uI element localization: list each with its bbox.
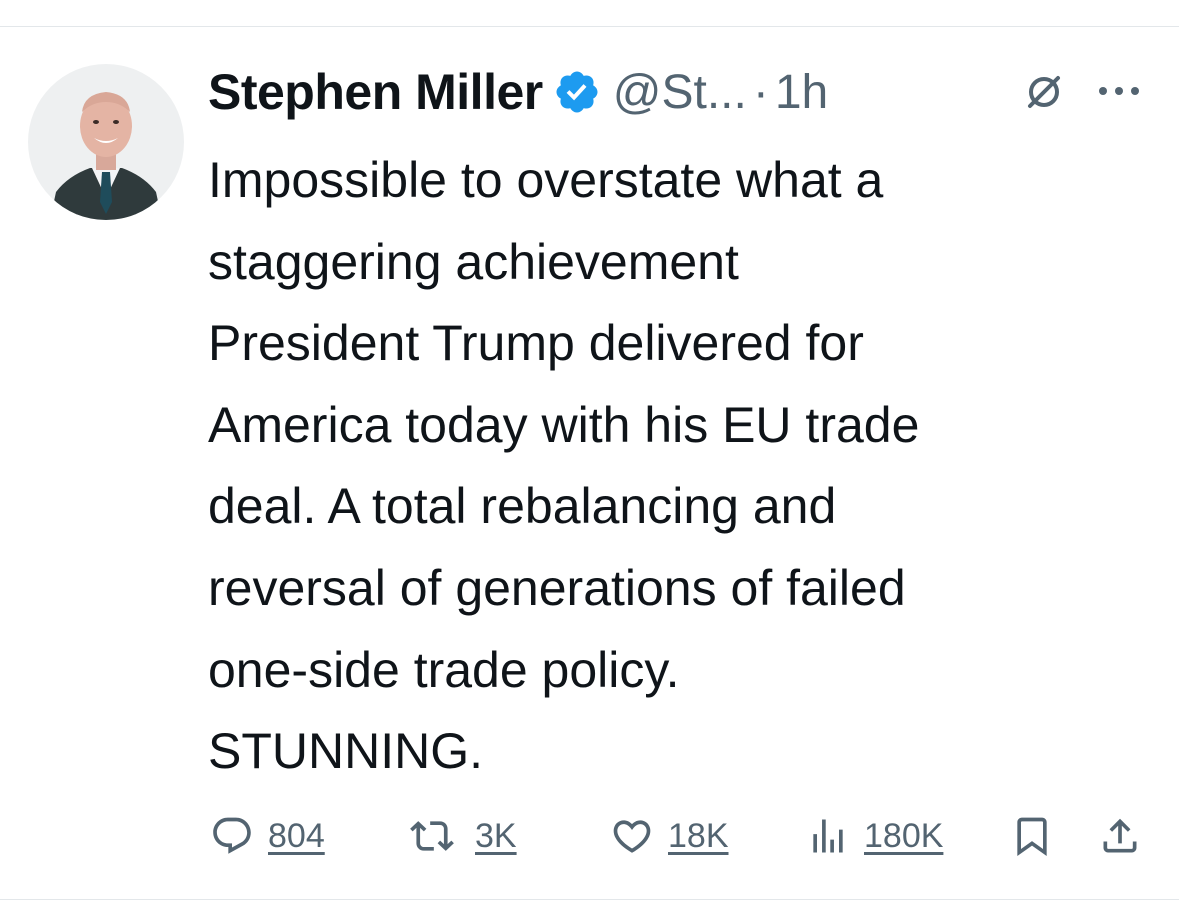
- bottom-divider: [0, 899, 1179, 900]
- tweet-header: Stephen Miller @St... · 1h: [208, 58, 828, 126]
- verified-badge-icon: [556, 71, 598, 113]
- repost-icon: [410, 821, 454, 851]
- heart-icon: [613, 820, 651, 853]
- reply-count[interactable]: 804: [268, 817, 325, 856]
- grok-icon[interactable]: [1024, 72, 1064, 112]
- reply-button[interactable]: 804: [210, 806, 325, 866]
- share-icon: [1103, 818, 1137, 853]
- top-divider: [0, 26, 1179, 27]
- author-name[interactable]: Stephen Miller: [208, 63, 543, 121]
- share-button[interactable]: [1098, 806, 1142, 866]
- like-count[interactable]: 18K: [668, 817, 729, 856]
- repost-button[interactable]: 3K: [403, 806, 517, 866]
- more-options-icon[interactable]: [1094, 76, 1144, 106]
- author-handle[interactable]: @St...: [613, 65, 747, 120]
- views-button[interactable]: 180K: [806, 806, 943, 866]
- reply-icon: [213, 817, 251, 854]
- tweet-text: Impossible to overstate what a staggerin…: [208, 152, 920, 780]
- views-icon: [813, 819, 843, 853]
- like-button[interactable]: 18K: [610, 806, 729, 866]
- separator-dot: ·: [752, 65, 769, 119]
- bookmark-icon: [1017, 817, 1047, 857]
- repost-count[interactable]: 3K: [475, 817, 517, 856]
- bookmark-button[interactable]: [1010, 806, 1054, 866]
- views-count[interactable]: 180K: [864, 817, 943, 856]
- tweet-actions: 804 3K 18K 180K: [0, 806, 1179, 866]
- avatar[interactable]: [28, 64, 184, 220]
- tweet-timestamp[interactable]: 1h: [775, 65, 828, 120]
